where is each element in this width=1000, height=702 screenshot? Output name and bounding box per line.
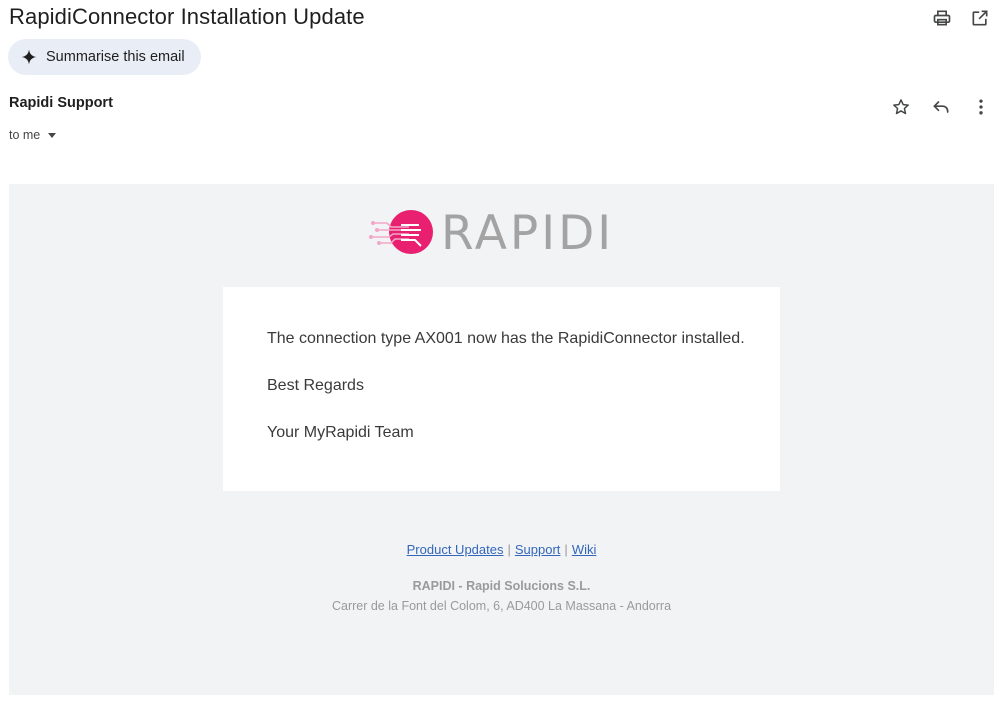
message-text: The connection type AX001 now has the Ra… (267, 330, 745, 347)
signature-text: Your MyRapidi Team (267, 424, 414, 441)
regards-text: Best Regards (267, 377, 364, 394)
recipient-label: to me (9, 128, 41, 142)
summarise-label: Summarise this email (46, 49, 185, 65)
link-separator: | (507, 542, 511, 557)
company-address: Carrer de la Font del Colom, 6, AD400 La… (331, 599, 672, 613)
product-updates-link[interactable]: Product Updates (407, 542, 504, 557)
support-link[interactable]: Support (515, 542, 561, 557)
sparkle-icon (21, 49, 37, 65)
star-icon[interactable] (888, 94, 914, 120)
link-separator: | (564, 542, 568, 557)
email-subject: RapidiConnector Installation Update (9, 4, 365, 29)
rapidi-logo-mark (369, 210, 433, 254)
reply-icon[interactable] (928, 94, 954, 120)
message-actions (888, 94, 994, 120)
chevron-down-icon (48, 132, 57, 138)
sender-name[interactable]: Rapidi Support (9, 95, 113, 111)
open-in-new-window-icon[interactable] (968, 6, 992, 30)
recipient-details-toggle[interactable]: to me (9, 128, 57, 142)
email-body: RAPIDI The connection type AX001 now has… (9, 184, 994, 695)
message-card: The connection type AX001 now has the Ra… (223, 287, 780, 491)
summarise-email-button[interactable]: Summarise this email (8, 39, 201, 75)
rapidi-logo-text: RAPIDI (441, 205, 615, 261)
print-icon[interactable] (930, 6, 954, 30)
footer-links: Product Updates | Support | Wiki (9, 542, 994, 557)
header-actions (930, 6, 992, 30)
more-vert-icon[interactable] (968, 94, 994, 120)
rapidi-logo: RAPIDI (369, 206, 614, 261)
company-name: RAPIDI - Rapid Solucions S.L. (412, 579, 591, 593)
wiki-link[interactable]: Wiki (572, 542, 597, 557)
